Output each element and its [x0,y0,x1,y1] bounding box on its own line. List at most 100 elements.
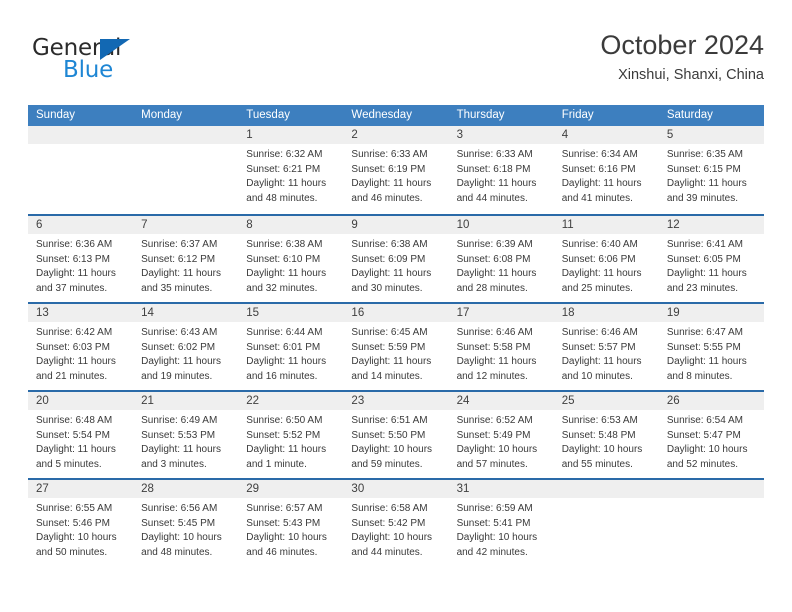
daylight-text-line2: and 30 minutes. [351,282,423,294]
sunrise-text: Sunrise: 6:52 AM [456,415,533,426]
sunset-text: Sunset: 6:15 PM [666,163,741,175]
daylight-text-line2: and 59 minutes. [351,458,423,470]
calendar-day-empty [658,480,764,566]
day-number: 26 [658,392,764,410]
day-sun-info: Sunrise: 6:46 AM Sunset: 5:57 PM Daylight:… [554,322,659,384]
calendar-day-22[interactable]: 22 Sunrise: 6:50 AM Sunset: 5:52 PM Dayligh… [238,392,344,478]
calendar-day-17[interactable]: 17 Sunrise: 6:46 AM Sunset: 5:58 PM Dayligh… [448,304,554,390]
sunrise-text: Sunrise: 6:45 AM [351,327,428,338]
daylight-text-line2: and 3 minutes. [141,458,207,470]
sunrise-text: Sunrise: 6:59 AM [456,503,533,514]
day-sun-info: Sunrise: 6:35 AM Sunset: 6:15 PM Daylight:… [659,144,764,206]
calendar-day-14[interactable]: 14 Sunrise: 6:43 AM Sunset: 6:02 PM Dayligh… [133,304,239,390]
calendar-day-9[interactable]: 9 Sunrise: 6:38 AM Sunset: 6:09 PM Daylight… [343,216,449,302]
daylight-text-line1: Daylight: 11 hours [36,356,116,368]
day-sun-info: Sunrise: 6:34 AM Sunset: 6:16 PM Daylight:… [554,144,659,206]
sunset-text: Sunset: 6:21 PM [246,163,321,175]
sunrise-text: Sunrise: 6:55 AM [36,503,113,514]
daylight-text-line1: Daylight: 11 hours [456,356,537,368]
calendar-day-23[interactable]: 23 Sunrise: 6:51 AM Sunset: 5:50 PM Dayligh… [343,392,449,478]
weekday-header-friday: Friday [561,109,594,121]
daylight-text-line1: Daylight: 11 hours [246,178,327,190]
calendar-day-30[interactable]: 30 Sunrise: 6:58 AM Sunset: 5:42 PM Dayligh… [343,480,449,566]
calendar-day-12[interactable]: 12 Sunrise: 6:41 AM Sunset: 6:05 PM Dayligh… [658,216,764,302]
calendar-day-6[interactable]: 6 Sunrise: 6:36 AM Sunset: 6:13 PM Daylight… [28,216,134,302]
day-sun-info: Sunrise: 6:54 AM Sunset: 5:47 PM Daylight:… [659,410,764,472]
sunset-text: Sunset: 5:58 PM [456,341,531,353]
sunrise-text: Sunrise: 6:48 AM [36,415,113,426]
calendar-day-1[interactable]: 1 Sunrise: 6:32 AM Sunset: 6:21 PM Daylight… [238,126,344,214]
daylight-text-line1: Daylight: 11 hours [141,444,221,456]
daylight-text-line1: Daylight: 11 hours [456,178,537,190]
calendar-day-7[interactable]: 7 Sunrise: 6:37 AM Sunset: 6:12 PM Daylight… [133,216,239,302]
daylight-text-line1: Daylight: 11 hours [561,178,642,190]
calendar-day-16[interactable]: 16 Sunrise: 6:45 AM Sunset: 5:59 PM Dayligh… [343,304,449,390]
sunset-text: Sunset: 6:16 PM [561,163,636,175]
calendar-week-row: 6 Sunrise: 6:36 AM Sunset: 6:13 PM Daylight… [28,214,764,302]
calendar-day-13[interactable]: 13 Sunrise: 6:42 AM Sunset: 6:03 PM Dayligh… [28,304,134,390]
sunset-text: Sunset: 5:57 PM [561,341,636,353]
day-number: 15 [238,304,344,322]
calendar-day-15[interactable]: 15 Sunrise: 6:44 AM Sunset: 6:01 PM Dayligh… [238,304,344,390]
day-number: 31 [448,480,554,498]
calendar-day-21[interactable]: 21 Sunrise: 6:49 AM Sunset: 5:53 PM Dayligh… [133,392,239,478]
day-number: 23 [343,392,449,410]
day-number [28,126,134,144]
day-number: 6 [28,216,134,234]
sunset-text: Sunset: 5:52 PM [246,429,321,441]
calendar-day-4[interactable]: 4 Sunrise: 6:34 AM Sunset: 6:16 PM Daylight… [553,126,659,214]
calendar-grid: Sunday Monday Tuesday Wednesday Thursday Frid… [28,105,764,566]
calendar-day-26[interactable]: 26 Sunrise: 6:54 AM Sunset: 5:47 PM Dayligh… [658,392,764,478]
daylight-text-line1: Daylight: 11 hours [246,268,327,280]
calendar-day-3[interactable]: 3 Sunrise: 6:33 AM Sunset: 6:18 PM Daylight… [448,126,554,214]
day-sun-info: Sunrise: 6:39 AM Sunset: 6:08 PM Daylight:… [449,234,554,296]
page-title: October 2024 [600,30,764,60]
sunrise-text: Sunrise: 6:38 AM [246,239,323,250]
daylight-text-line1: Daylight: 11 hours [141,356,221,368]
day-number: 20 [28,392,134,410]
calendar-day-5[interactable]: 5 Sunrise: 6:35 AM Sunset: 6:15 PM Daylight… [658,126,764,214]
sunrise-text: Sunrise: 6:43 AM [141,327,218,338]
day-sun-info: Sunrise: 6:46 AM Sunset: 5:58 PM Daylight:… [449,322,554,384]
calendar-day-18[interactable]: 18 Sunrise: 6:46 AM Sunset: 5:57 PM Dayligh… [553,304,659,390]
daylight-text-line2: and 16 minutes. [246,370,318,382]
sunset-text: Sunset: 6:03 PM [36,341,110,353]
day-sun-info: Sunrise: 6:45 AM Sunset: 5:59 PM Daylight:… [343,322,448,384]
logo-text-blue: Blue [63,57,114,83]
sunrise-text: Sunrise: 6:40 AM [561,239,638,250]
day-number: 1 [238,126,344,144]
calendar-day-empty [133,126,239,214]
daylight-text-line1: Daylight: 10 hours [561,444,643,456]
day-number [658,480,764,498]
sunrise-text: Sunrise: 6:58 AM [351,503,428,514]
daylight-text-line1: Daylight: 10 hours [666,444,748,456]
calendar-day-20[interactable]: 20 Sunrise: 6:48 AM Sunset: 5:54 PM Dayligh… [28,392,134,478]
weekday-header-row: Sunday Monday Tuesday Wednesday Thursday Frid… [28,105,764,126]
sunrise-text: Sunrise: 6:51 AM [351,415,428,426]
day-number: 8 [238,216,344,234]
day-number: 3 [448,126,554,144]
daylight-text-line1: Daylight: 11 hours [36,268,116,280]
day-number: 5 [658,126,764,144]
daylight-text-line1: Daylight: 11 hours [666,356,747,368]
daylight-text-line2: and 21 minutes. [36,370,108,382]
day-sun-info: Sunrise: 6:38 AM Sunset: 6:10 PM Daylight:… [238,234,343,296]
calendar-day-25[interactable]: 25 Sunrise: 6:53 AM Sunset: 5:48 PM Dayligh… [553,392,659,478]
daylight-text-line1: Daylight: 10 hours [36,532,117,544]
calendar-day-2[interactable]: 2 Sunrise: 6:33 AM Sunset: 6:19 PM Daylight… [343,126,449,214]
daylight-text-line2: and 52 minutes. [666,458,739,470]
daylight-text-line1: Daylight: 11 hours [246,444,327,456]
calendar-day-8[interactable]: 8 Sunrise: 6:38 AM Sunset: 6:10 PM Daylight… [238,216,344,302]
calendar-day-31[interactable]: 31 Sunrise: 6:59 AM Sunset: 5:41 PM Dayligh… [448,480,554,566]
day-number: 30 [343,480,449,498]
calendar-day-10[interactable]: 10 Sunrise: 6:39 AM Sunset: 6:08 PM Dayligh… [448,216,554,302]
calendar-day-19[interactable]: 19 Sunrise: 6:47 AM Sunset: 5:55 PM Dayligh… [658,304,764,390]
calendar-day-27[interactable]: 27 Sunrise: 6:55 AM Sunset: 5:46 PM Dayligh… [28,480,134,566]
day-number: 28 [133,480,239,498]
calendar-day-29[interactable]: 29 Sunrise: 6:57 AM Sunset: 5:43 PM Dayligh… [238,480,344,566]
daylight-text-line2: and 10 minutes. [561,370,633,382]
calendar-day-11[interactable]: 11 Sunrise: 6:40 AM Sunset: 6:06 PM Dayligh… [553,216,659,302]
calendar-day-28[interactable]: 28 Sunrise: 6:56 AM Sunset: 5:45 PM Dayligh… [133,480,239,566]
sunset-text: Sunset: 5:47 PM [666,429,741,441]
calendar-day-24[interactable]: 24 Sunrise: 6:52 AM Sunset: 5:49 PM Dayligh… [448,392,554,478]
